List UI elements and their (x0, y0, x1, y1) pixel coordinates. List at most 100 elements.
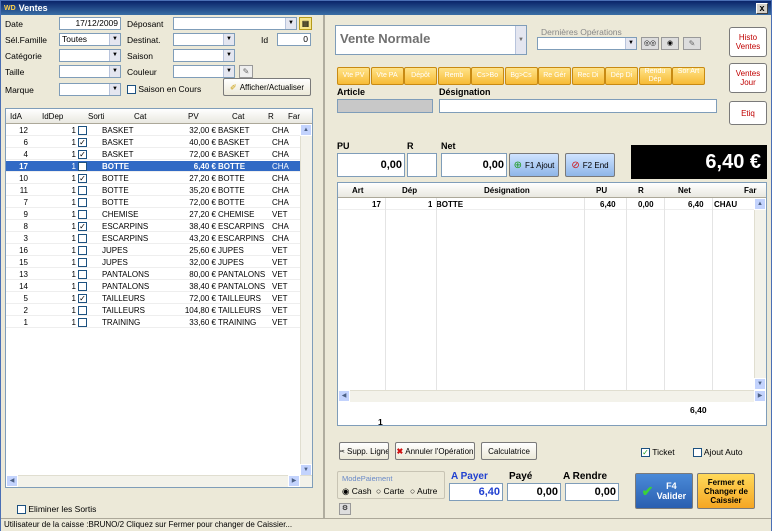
checkbox-icon[interactable] (78, 258, 87, 267)
net-field[interactable]: 0,00 (441, 153, 507, 177)
articles-hscroll[interactable]: ◀ ▶ (6, 475, 312, 487)
col-designation[interactable]: Désignation (484, 186, 530, 195)
histo-ventes-button[interactable]: Histo Ventes (729, 27, 767, 57)
checkbox-checked-icon[interactable]: ✓ (78, 150, 87, 159)
settings-icon[interactable]: ⚙ (339, 503, 351, 515)
table-row[interactable]: 11 1 BOTTE 35,20 € BOTTE CHA (6, 185, 300, 196)
scroll-up-icon[interactable]: ▲ (300, 124, 312, 136)
dernieres-combo[interactable]: ▼ (537, 37, 637, 50)
table-row[interactable]: 3 1 ESCARPINS 43,20 € ESCARPINS CHA (6, 233, 300, 244)
col-dep[interactable]: Dép (402, 186, 417, 195)
valider-button[interactable]: ✔ F4 Valider (635, 473, 693, 509)
ticket-checkbox[interactable]: ✓ Ticket (641, 447, 675, 458)
destinat-combo[interactable]: ▼ (173, 33, 235, 46)
table-row[interactable]: 5 1 TAILLEURS 72,00 € TAILLEURS VET ✓ (6, 293, 300, 304)
id-field[interactable]: 0 (277, 33, 311, 46)
table-row[interactable]: 15 1 JUPES 32,00 € JUPES VET (6, 257, 300, 268)
table-row[interactable]: 1 1 TRAINING 33,60 € TRAINING VET (6, 317, 300, 328)
eye-icon[interactable]: ◉ (661, 37, 679, 50)
checkbox-icon[interactable] (78, 318, 87, 327)
checkbox-checked-icon[interactable]: ✓ (78, 138, 87, 147)
table-row[interactable]: 10 1 BOTTE 27,20 € BOTTE CHA ✓ (6, 173, 300, 184)
table-row[interactable]: 13 1 PANTALONS 80,00 € PANTALONS VET (6, 269, 300, 280)
supp-ligne-button[interactable]: ✂Supp. Ligne (339, 442, 389, 460)
table-row[interactable]: 17 1 BOTTE 6,40 0,00 6,40 CHAU (338, 199, 754, 210)
categorie-combo[interactable]: ▼ (59, 49, 121, 62)
col-pv[interactable]: PV (188, 112, 199, 121)
carte-radio[interactable]: ○ Carte (376, 486, 404, 496)
sale-lines-grid[interactable]: Art Dép Désignation PU R Net Far 17 1 BO… (337, 182, 767, 426)
sale-vscroll[interactable]: ▲ ▼ (754, 198, 766, 390)
col-cat2[interactable]: Cat (232, 112, 244, 121)
date-field[interactable]: 17/12/2009 (59, 17, 121, 30)
table-row[interactable]: 16 1 JUPES 25,60 € JUPES VET (6, 245, 300, 256)
table-row[interactable]: 8 1 ESCARPINS 38,40 € ESCARPINS CHA ✓ (6, 221, 300, 232)
eraser-icon[interactable]: ✎ (683, 37, 701, 50)
calculatrice-button[interactable]: Calculatrice (481, 442, 537, 460)
table-row[interactable]: 6 1 BASKET 40,00 € BASKET CHA ✓ (6, 137, 300, 148)
etiq-button[interactable]: Etiq (729, 101, 767, 125)
table-row[interactable]: 12 1 BASKET 32,00 € BASKET CHA (6, 125, 300, 136)
ventes-jour-button[interactable]: Ventes Jour (729, 63, 767, 93)
autre-radio[interactable]: ○ Autre (410, 486, 437, 496)
col-r[interactable]: R (268, 112, 274, 121)
col-r[interactable]: R (638, 186, 644, 195)
r-field[interactable] (407, 153, 437, 177)
op-button-5[interactable]: Bg>Cs (504, 67, 538, 85)
checkbox-icon[interactable] (78, 210, 87, 219)
col-far[interactable]: Far (288, 112, 300, 121)
articles-grid[interactable]: IdA IdDep Sorti Cat PV Cat R Far 12 1 BASK… (5, 108, 313, 488)
article-field[interactable] (337, 99, 433, 113)
cash-radio[interactable]: ◉ Cash (342, 486, 372, 497)
col-art[interactable]: Art (352, 186, 364, 195)
checkbox-icon[interactable] (78, 306, 87, 315)
table-row[interactable]: 4 1 BASKET 72,00 € BASKET CHA ✓ (6, 149, 300, 160)
paye-field[interactable]: 0,00 (507, 483, 561, 501)
col-iddep[interactable]: IdDep (42, 112, 63, 121)
famille-combo[interactable]: Toutes ▼ (59, 33, 121, 46)
op-button-6[interactable]: Re Gér (538, 67, 571, 85)
checkbox-icon[interactable] (78, 162, 87, 171)
col-ida[interactable]: IdA (10, 112, 22, 121)
eraser-icon[interactable]: ✎ (239, 65, 253, 78)
saison-cours-checkbox[interactable]: Saison en Cours (127, 84, 201, 95)
ajout-button[interactable]: ⊕ F1 Ajout (509, 153, 559, 177)
scroll-left-icon[interactable]: ◀ (6, 475, 18, 487)
a-rendre-field[interactable]: 0,00 (565, 483, 619, 501)
op-button-1[interactable]: Vte PA (370, 67, 404, 85)
checkbox-icon[interactable] (78, 234, 87, 243)
annuler-button[interactable]: ✖ Annuler l'Opération (395, 442, 475, 460)
op-button-9[interactable]: Rendu Dép (638, 67, 672, 85)
table-row[interactable]: 17 1 BOTTE 6,40 € BOTTE CHA (6, 161, 300, 172)
checkbox-icon[interactable] (78, 126, 87, 135)
sale-hscroll[interactable]: ◀ ▶ (338, 390, 766, 402)
marque-combo[interactable]: ▼ (59, 83, 121, 96)
op-button-10[interactable]: Sor Art (672, 67, 705, 85)
eliminer-checkbox[interactable]: Eliminer les Sortis (17, 504, 96, 515)
scroll-left-icon[interactable]: ◀ (338, 390, 350, 402)
checkbox-icon[interactable] (78, 246, 87, 255)
a-payer-field[interactable]: 6,40 (449, 483, 503, 501)
table-row[interactable]: 7 1 BOTTE 72,00 € BOTTE CHA (6, 197, 300, 208)
couleur-combo[interactable]: ▼ (173, 65, 235, 78)
glasses-icon[interactable]: ◎◎ (641, 37, 659, 50)
scroll-right-icon[interactable]: ▶ (754, 390, 766, 402)
afficher-button[interactable]: ✐ Afficher/Actualiser (223, 78, 311, 96)
checkbox-checked-icon[interactable]: ✓ (78, 294, 87, 303)
designation-field[interactable] (439, 99, 717, 113)
fermer-button[interactable]: Fermer et Changer de Caissier (697, 473, 755, 509)
table-row[interactable]: 14 1 PANTALONS 38,40 € PANTALONS VET (6, 281, 300, 292)
col-sorti[interactable]: Sorti (88, 112, 104, 121)
checkbox-icon[interactable] (78, 282, 87, 291)
vente-type-combo[interactable]: Vente Normale ▼ (335, 25, 527, 55)
scroll-down-icon[interactable]: ▼ (754, 378, 766, 390)
checkbox-icon[interactable] (78, 198, 87, 207)
checkbox-checked-icon[interactable]: ✓ (78, 174, 87, 183)
table-row[interactable]: 2 1 TAILLEURS 104,80 € TAILLEURS VET (6, 305, 300, 316)
deposant-combo[interactable]: ▼ (173, 17, 297, 30)
op-button-0[interactable]: Vte PV (337, 67, 370, 85)
col-cat[interactable]: Cat (134, 112, 146, 121)
end-button[interactable]: ⊘ F2 End (565, 153, 615, 177)
saison-combo[interactable]: ▼ (173, 49, 235, 62)
op-button-7[interactable]: Rec Di (571, 67, 605, 85)
